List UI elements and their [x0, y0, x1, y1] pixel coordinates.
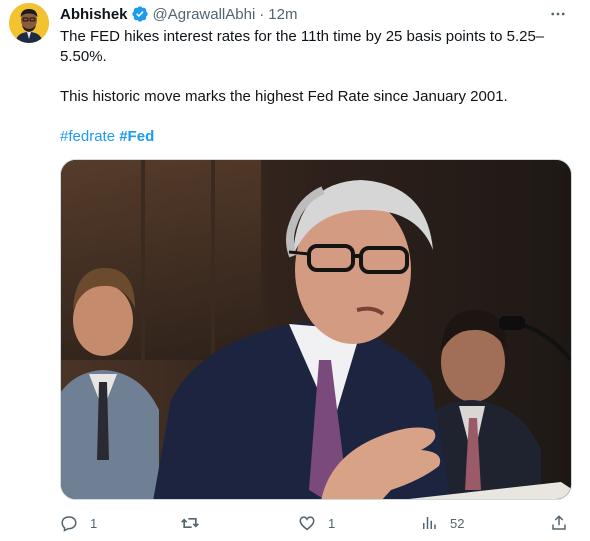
author-name[interactable]: Abhishek — [60, 6, 128, 23]
hashtag-fedrate[interactable]: #fedrate — [60, 128, 115, 145]
timestamp[interactable]: 12m — [268, 6, 297, 23]
like-icon — [298, 514, 316, 532]
action-bar: 1 1 52 — [60, 512, 572, 534]
tweet: Abhishek @AgrawallAbhi · 12m The FED hik… — [0, 0, 590, 541]
views-icon — [420, 514, 438, 532]
author-handle[interactable]: @AgrawallAbhi — [153, 6, 256, 23]
separator-dot: · — [259, 5, 265, 23]
verified-badge-icon — [131, 5, 149, 23]
retweet-button[interactable] — [180, 512, 212, 534]
views-button[interactable]: 52 — [420, 512, 464, 534]
reply-icon — [60, 514, 78, 532]
share-icon — [550, 514, 568, 532]
like-button[interactable]: 1 — [298, 512, 335, 534]
like-count: 1 — [328, 515, 336, 531]
tweet-line-2: This historic move marks the highest Fed… — [60, 88, 508, 105]
reply-button[interactable]: 1 — [60, 512, 97, 534]
views-count: 52 — [450, 515, 465, 531]
share-button[interactable] — [550, 512, 568, 534]
retweet-icon — [180, 513, 200, 533]
tweet-header: Abhishek @AgrawallAbhi · 12m — [60, 4, 297, 24]
hashtags: #fedrate #Fed — [60, 127, 570, 147]
hashtag-fed[interactable]: #Fed — [119, 128, 154, 145]
tweet-text: The FED hikes interest rates for the 11t… — [60, 27, 570, 147]
reply-count: 1 — [90, 515, 98, 531]
tweet-line-1: The FED hikes interest rates for the 11t… — [60, 28, 545, 65]
more-icon[interactable] — [546, 2, 570, 26]
tweet-photo[interactable] — [60, 159, 572, 500]
avatar[interactable] — [9, 3, 49, 43]
